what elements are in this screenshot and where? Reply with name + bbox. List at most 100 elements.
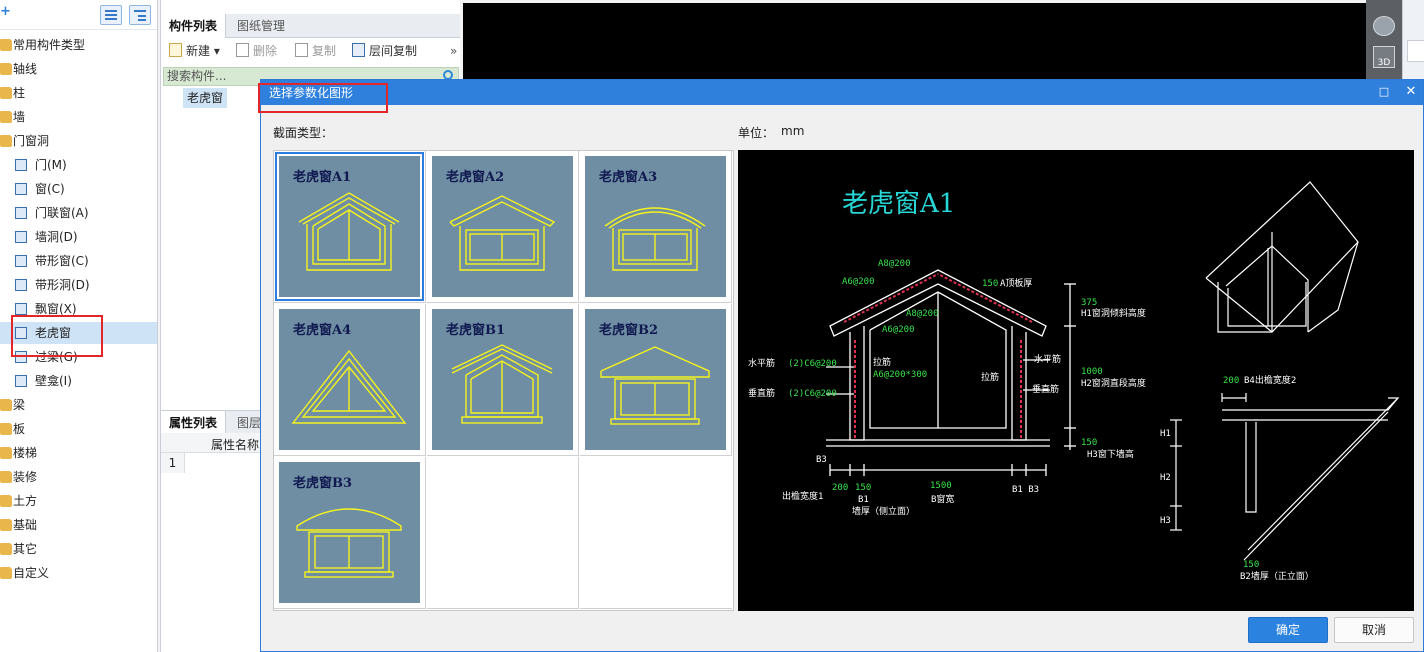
tree-item-label: 梁 [13,398,26,412]
tree-item-label: 带形洞(D) [35,278,90,292]
maximize-icon[interactable]: □ [1375,83,1393,101]
note-label: 垂直筋 [748,387,775,399]
tree-item[interactable]: 带形窗(C) [0,250,157,272]
close-icon[interactable]: ✕ [1402,83,1420,101]
shape-preview: 老虎窗A1 A8@200 A6@200 A8@200 A6@200 150 A顶… [738,150,1414,611]
more-icon[interactable]: » [450,40,457,62]
dimension-label: 150 [1243,560,1259,570]
component-icon [15,279,27,291]
component-icon [15,207,27,219]
tab-property-list[interactable]: 属性列表 [161,411,227,435]
tree-item-label: 其它 [13,542,38,556]
note-label: B4出檐宽度2 [1244,374,1296,386]
dormer-b1-icon [451,344,553,424]
note-label: B2墙厚（正立面） [1240,570,1314,582]
tree-item[interactable]: 柱 [0,82,157,104]
property-row-number: 1 [161,453,185,473]
dormer-a3-icon [604,207,706,271]
folder-icon [0,471,12,483]
3d-view-icon[interactable]: 3D [1373,46,1395,68]
component-icon [15,231,27,243]
shape-card-a1[interactable]: 老虎窗A1 [274,151,426,303]
tree-item[interactable]: 轴线 [0,58,157,80]
tree-item[interactable]: 带形洞(D) [0,274,157,296]
tree-item[interactable]: 墙 [0,106,157,128]
rebar-label: A8@200 [906,309,939,319]
tree-item[interactable]: 门(M) [0,154,157,176]
tab-drawing-management[interactable]: 图纸管理 [229,14,293,38]
tree-item[interactable]: 窗(C) [0,178,157,200]
folder-icon [0,423,12,435]
tree-item[interactable]: 壁龛(I) [0,370,157,392]
front-section-drawing [1170,393,1400,561]
tree-item-label: 墙洞(D) [35,230,78,244]
note-label: B窗宽 [931,493,954,505]
shape-card-b2[interactable]: 老虎窗B2 [580,304,732,456]
dimension-label: 150 [1081,438,1097,448]
list-view-icon[interactable] [100,5,122,25]
component-item[interactable]: 老虎窗 [183,88,228,108]
tree-item[interactable]: 门联窗(A) [0,202,157,224]
note-label: A顶板厚 [1000,277,1032,289]
dimension-label: 150 [855,483,871,493]
new-button[interactable]: 新建 ▾ [169,40,220,62]
tree-item[interactable]: 土方 [0,490,157,512]
tree-item[interactable]: 门窗洞 [0,130,157,152]
rebar-label: (2)C6@200 [788,359,837,369]
rebar-label: A6@200 [842,277,875,287]
side-elevation-drawing [826,269,1076,476]
shape-grid: 老虎窗A1 老虎窗A2 老虎窗A3 老虎窗A4 老虎窗B1 老虎窗B2 老虎窗B… [273,150,734,611]
tree-item[interactable]: 梁 [0,394,157,416]
tree-item-label: 轴线 [13,62,38,76]
tree-item-label: 板 [13,422,26,436]
floor-copy-button[interactable]: 层间复制 [352,40,417,62]
dimension-label: H2 [1160,473,1171,483]
shape-card-b3[interactable]: 老虎窗B3 [274,457,426,609]
right-panel [1402,0,1424,80]
preview-title: 老虎窗A1 [842,189,955,219]
parametric-shape-dialog: 选择参数化图形 □ ✕ 截面类型： 单位： mm 老虎窗A1 老虎窗A2 老虎窗… [258,79,1424,652]
tree-item[interactable]: 常用构件类型 [0,34,157,56]
copy-button[interactable]: 复制 [295,40,336,62]
folder-icon [0,399,12,411]
shape-name: 老虎窗A1 [293,170,352,185]
shape-card-a2[interactable]: 老虎窗A2 [427,151,579,303]
delete-button[interactable]: 删除 [236,40,277,62]
tree-item[interactable]: 装修 [0,466,157,488]
tree-item-label: 窗(C) [35,182,65,196]
dimension-label: 200 [1223,376,1239,386]
tree-item-label: 基础 [13,518,38,532]
empty-cell [427,457,579,609]
tree-item[interactable]: 基础 [0,514,157,536]
component-tabs: 构件列表 图纸管理 [161,14,460,38]
tree-item[interactable]: 其它 [0,538,157,560]
orbit-icon[interactable] [1373,16,1395,36]
tree-item[interactable]: 板 [0,418,157,440]
shape-card-b1[interactable]: 老虎窗B1 [427,304,579,456]
component-icon [15,303,27,315]
rebar-label: A6@200 [882,325,915,335]
tree-item-label: 门联窗(A) [35,206,89,220]
dormer-a4-icon [291,349,407,424]
component-icon [15,375,27,387]
tree-item[interactable]: 墙洞(D) [0,226,157,248]
property-name-header: 属性名称 [211,438,260,452]
right-panel-tab[interactable] [1407,40,1424,62]
dimension-label: H3 [1160,516,1171,526]
note-label: H3窗下墙高 [1087,448,1134,460]
rebar-label: A6@200*300 [873,370,927,380]
tree-item[interactable]: 楼梯 [0,442,157,464]
unit-value: mm [781,124,805,138]
tree-item[interactable]: 自定义 [0,562,157,584]
detail-view-icon[interactable] [129,5,151,25]
component-type-tree: + 常用构件类型轴线柱墙门窗洞 门(M) 窗(C) 门联窗(A) 墙洞(D) 带形窗(C)… [0,0,158,652]
cancel-button[interactable]: 取消 [1334,617,1414,643]
tree-item-label: 柱 [13,86,26,100]
tab-component-list[interactable]: 构件列表 [161,14,227,38]
ok-button[interactable]: 确定 [1248,617,1328,643]
expand-all-icon[interactable]: + [0,4,11,19]
title-highlight-box [258,83,388,113]
shape-card-a4[interactable]: 老虎窗A4 [274,304,426,456]
shape-card-a3[interactable]: 老虎窗A3 [580,151,732,303]
drawing-canvas[interactable] [463,3,1366,80]
